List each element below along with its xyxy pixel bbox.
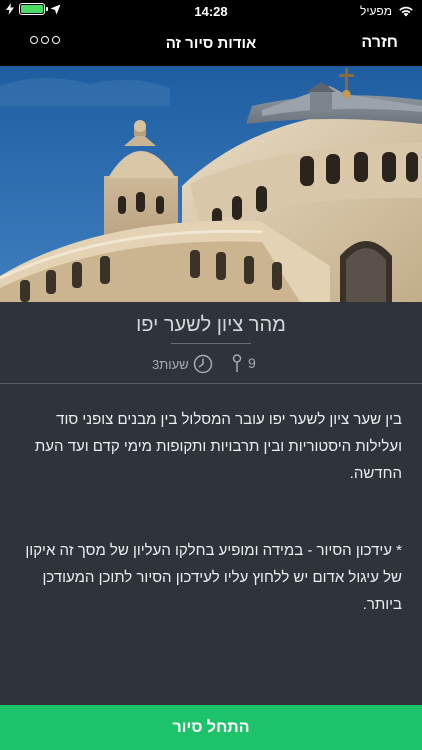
status-bar: 14:28 מפעיל xyxy=(0,0,422,22)
stops-count: 9 xyxy=(248,355,256,371)
duration-info: 3שעות xyxy=(152,354,213,374)
location-pin-icon xyxy=(232,354,242,372)
stops-info: 9 xyxy=(232,354,256,372)
clock-icon xyxy=(193,354,212,374)
start-tour-button[interactable]: התחל סיור xyxy=(0,705,422,750)
page-title: אודות סיור זה xyxy=(165,35,257,52)
wifi-icon xyxy=(399,6,413,17)
status-right: מפעיל xyxy=(360,4,414,18)
tour-hero-image xyxy=(0,66,422,302)
duration-text: 3שעות xyxy=(152,356,189,372)
carrier-name: מפעיל xyxy=(359,4,392,18)
tour-title: מהר ציון לשער יפו xyxy=(136,314,286,336)
back-button[interactable]: חזרה xyxy=(361,34,398,52)
description-paragraph: בין שער ציון לשער יפו עובר המסלול בין מב… xyxy=(34,411,402,482)
title-underline xyxy=(171,343,251,344)
update-note-paragraph: * עידכון הסיור - במידה ומופיע בחלקו העלי… xyxy=(25,542,402,613)
tour-description: בין שער ציון לשער יפו עובר המסלול בין מב… xyxy=(22,406,402,618)
tour-meta: 9 3שעות xyxy=(0,354,422,376)
section-divider xyxy=(0,383,422,384)
church-image xyxy=(0,66,422,302)
navigation-bar: אודות סיור זה חזרה xyxy=(0,22,422,66)
status-time: 14:28 xyxy=(194,4,228,19)
